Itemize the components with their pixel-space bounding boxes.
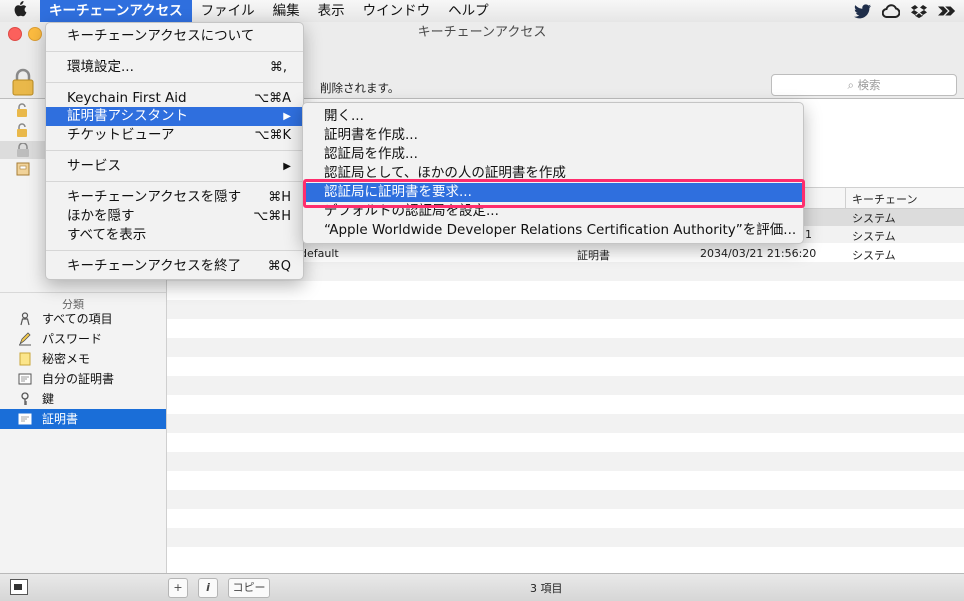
list-stripe <box>167 300 964 319</box>
search-placeholder: 検索 <box>857 78 881 92</box>
certificate-assistant-submenu: 開く... 証明書を作成... 認証局を作成... 認証局として、ほかの人の証明… <box>302 102 804 244</box>
bottom-bar: + i コピー 3 項目 <box>0 573 964 601</box>
menu-separator <box>46 150 303 151</box>
dropbox-icon[interactable] <box>910 3 928 19</box>
row-name: default <box>300 247 339 260</box>
menu-keychain-access[interactable]: キーチェーンアクセス <box>40 0 192 22</box>
category-all-items[interactable]: すべての項目 <box>0 309 166 329</box>
menu-item-hide-app[interactable]: キーチェーンアクセスを隠す ⌘H <box>46 188 303 207</box>
annotation-highlight-box <box>303 179 805 208</box>
menu-item-ticket-viewer[interactable]: チケットビューア ⌥⌘K <box>46 126 303 145</box>
category-secure-notes[interactable]: 秘密メモ <box>0 349 166 369</box>
list-stripe <box>167 281 964 300</box>
status-icons <box>854 3 956 19</box>
list-stripe <box>167 376 964 395</box>
menu-item-quit[interactable]: キーチェーンアクセスを終了 ⌘Q <box>46 257 303 276</box>
list-stripe <box>167 338 964 357</box>
copy-button[interactable]: コピー <box>228 578 270 598</box>
column-divider <box>845 188 846 208</box>
pencil-icon <box>18 332 32 346</box>
list-stripe <box>167 509 964 528</box>
arrow-extension-icon[interactable] <box>938 3 956 19</box>
search-icon: ⌕ <box>847 78 858 92</box>
category-label: 秘密メモ <box>42 352 91 366</box>
list-stripe <box>167 357 964 376</box>
list-stripe <box>167 319 964 338</box>
apple-menu-icon[interactable] <box>0 1 40 21</box>
menu-item-about[interactable]: キーチェーンアクセスについて <box>46 27 303 46</box>
cabinet-icon <box>16 162 30 176</box>
unlocked-icon <box>17 123 27 137</box>
toolbar-hint-text: 削除されます。 <box>320 81 400 95</box>
category-my-certificates[interactable]: 自分の証明書 <box>0 369 166 389</box>
category-passwords[interactable]: パスワード <box>0 329 166 349</box>
category-label: 鍵 <box>42 392 55 406</box>
close-window-button[interactable] <box>8 27 22 41</box>
menu-item-hide-others[interactable]: ほかを隠す ⌥⌘H <box>46 207 303 226</box>
submenu-item-open[interactable]: 開く... <box>303 107 803 126</box>
row-date: 2034/03/21 21:56:20 <box>700 247 817 260</box>
list-stripe <box>167 414 964 433</box>
menu-item-keychain-first-aid[interactable]: Keychain First Aid ⌥⌘A <box>46 89 303 108</box>
creative-cloud-icon[interactable] <box>882 3 900 19</box>
minimize-window-button[interactable] <box>28 27 42 41</box>
sidebar-divider <box>0 292 166 293</box>
locked-icon <box>17 143 29 157</box>
menu-separator <box>46 82 303 83</box>
sidebar-toggle-icon[interactable] <box>10 579 28 595</box>
key-icon <box>18 392 32 406</box>
menu-edit[interactable]: 編集 <box>264 0 309 22</box>
submenu-item-create-ca[interactable]: 認証局を作成... <box>303 145 803 164</box>
item-count: 3 項目 <box>530 582 563 595</box>
add-button[interactable]: + <box>168 578 188 598</box>
submenu-item-evaluate[interactable]: “Apple Worldwide Developer Relations Cer… <box>303 221 803 240</box>
list-stripe <box>167 395 964 414</box>
submenu-item-create-certificate[interactable]: 証明書を作成... <box>303 126 803 145</box>
info-button[interactable]: i <box>198 578 218 598</box>
list-stripe <box>167 547 964 566</box>
menu-file[interactable]: ファイル <box>192 0 264 22</box>
category-label: 証明書 <box>42 412 79 426</box>
search-field[interactable]: ⌕ 検索 <box>771 74 957 96</box>
column-header-keychain[interactable]: キーチェーン <box>852 191 917 207</box>
row-keychain: システム <box>852 230 896 243</box>
menu-item-certificate-assistant[interactable]: 証明書アシスタント ▶ <box>46 107 303 126</box>
certificate-icon <box>18 412 32 426</box>
menu-help[interactable]: ヘルプ <box>439 0 498 22</box>
menu-item-show-all[interactable]: すべてを表示 <box>46 226 303 245</box>
submenu-arrow-icon: ▶ <box>283 111 291 122</box>
list-stripe <box>167 452 964 471</box>
category-keys[interactable]: 鍵 <box>0 389 166 409</box>
category-label: パスワード <box>42 332 103 346</box>
list-stripe <box>167 433 964 452</box>
row-date: 1 <box>805 228 812 241</box>
menu-view[interactable]: 表示 <box>309 0 354 22</box>
category-label: すべての項目 <box>42 312 113 326</box>
row-keychain: システム <box>852 249 896 262</box>
certificate-icon <box>18 372 32 386</box>
unlocked-icon <box>17 103 27 117</box>
twitter-icon[interactable] <box>854 3 872 19</box>
menu-separator <box>46 181 303 182</box>
category-certificates[interactable]: 証明書 <box>0 409 166 429</box>
list-stripe <box>167 490 964 509</box>
menu-window[interactable]: ウインドウ <box>354 0 440 22</box>
row-keychain: システム <box>852 212 896 225</box>
submenu-arrow-icon: ▶ <box>283 161 291 172</box>
note-icon <box>18 352 32 366</box>
category-label: 自分の証明書 <box>42 372 115 386</box>
list-stripe <box>167 528 964 547</box>
menu-item-services[interactable]: サービス ▶ <box>46 157 303 176</box>
menu-separator <box>46 51 303 52</box>
app-menu: キーチェーンアクセスについて 環境設定... ⌘, Keychain First… <box>45 22 304 280</box>
lock-icon[interactable] <box>11 68 35 96</box>
menu-bar: キーチェーンアクセス ファイル 編集 表示 ウインドウ ヘルプ <box>0 0 964 23</box>
row-kind: 証明書 <box>577 249 610 262</box>
menu-item-preferences[interactable]: 環境設定... ⌘, <box>46 58 303 77</box>
person-icon <box>18 312 32 326</box>
list-stripe <box>167 471 964 490</box>
menu-separator <box>46 250 303 251</box>
